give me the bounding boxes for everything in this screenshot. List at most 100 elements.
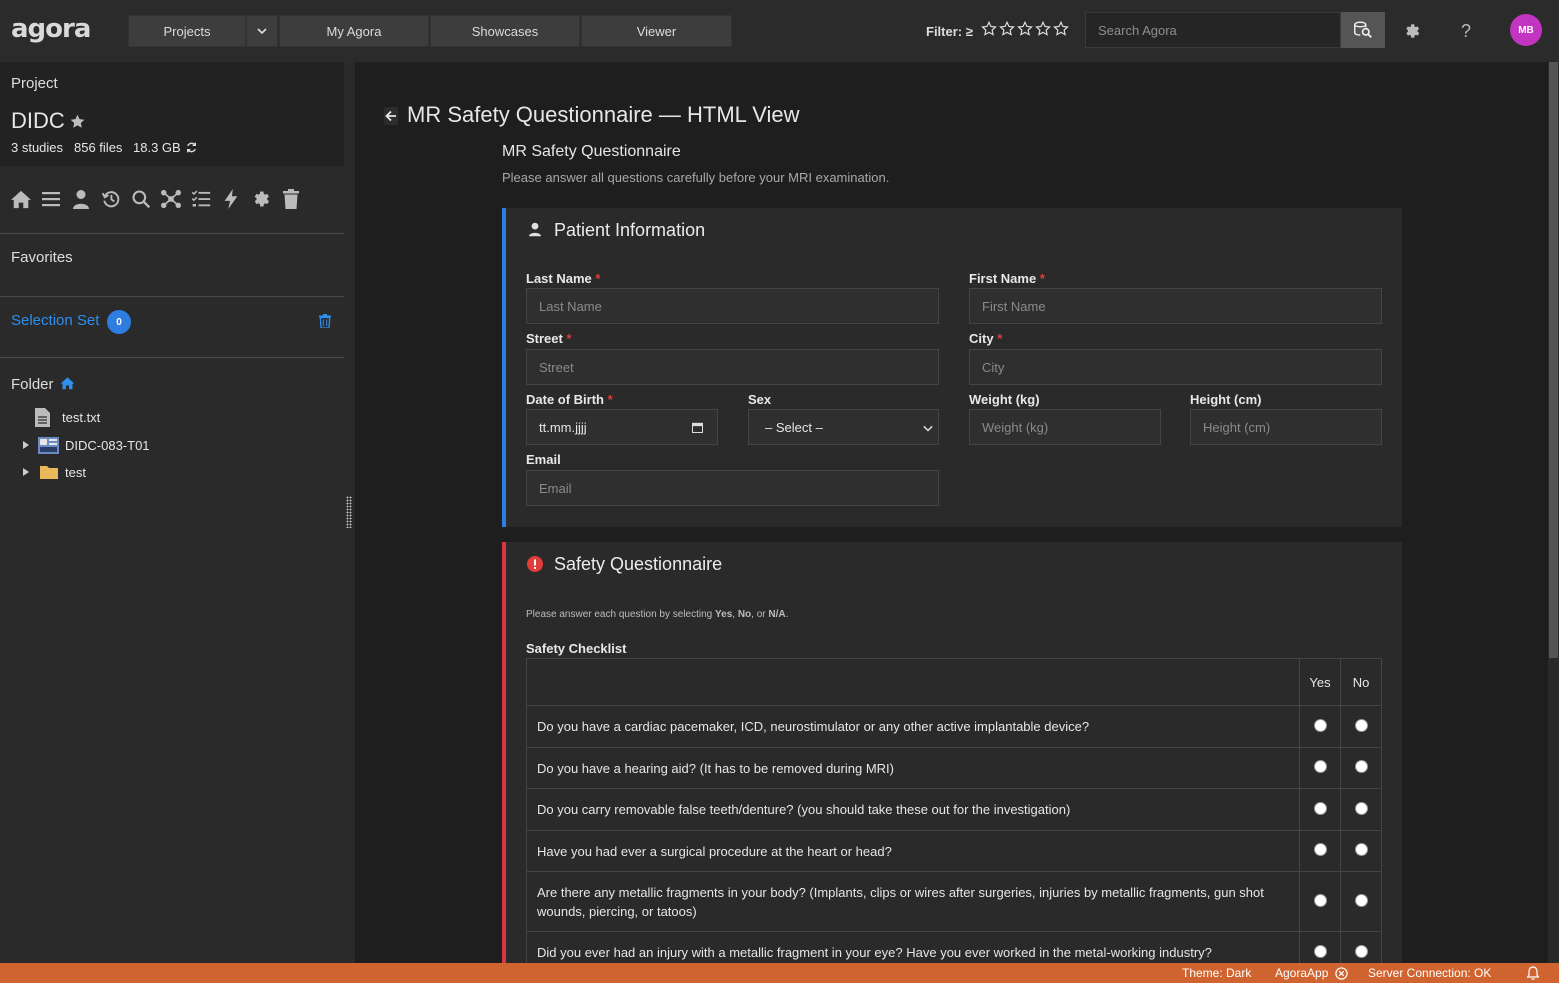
yes-cell bbox=[1299, 871, 1341, 932]
no-radio[interactable] bbox=[1354, 718, 1368, 732]
avatar[interactable]: MB bbox=[1510, 14, 1542, 46]
table-header-cell bbox=[526, 658, 1300, 706]
star-icon[interactable] bbox=[1052, 20, 1070, 38]
yes-radio[interactable] bbox=[1313, 893, 1327, 907]
no-radio[interactable] bbox=[1354, 801, 1368, 815]
no-cell bbox=[1340, 747, 1382, 789]
gear-icon bbox=[1406, 24, 1420, 38]
user-icon[interactable] bbox=[70, 188, 92, 210]
star-icon[interactable] bbox=[980, 20, 998, 38]
settings-gear-icon[interactable] bbox=[1401, 20, 1423, 42]
sidebar: Project DIDC 3 studies 856 files 18.3 GB… bbox=[0, 62, 355, 963]
chevron-down-icon bbox=[257, 28, 267, 35]
instruction-text: . bbox=[785, 609, 789, 620]
instruction-text: , or bbox=[751, 609, 769, 620]
chevron-down-icon bbox=[923, 425, 933, 432]
trash-icon[interactable] bbox=[280, 188, 302, 210]
theme-status[interactable]: Theme: Dark bbox=[1182, 966, 1251, 980]
tree-item-label: DIDC-083-T01 bbox=[65, 437, 150, 453]
back-arrow-icon[interactable] bbox=[384, 107, 398, 125]
table-row: Do you have a cardiac pacemaker, ICD, ne… bbox=[526, 705, 1382, 748]
yes-radio[interactable] bbox=[1313, 718, 1327, 732]
search-database-icon bbox=[1354, 21, 1372, 38]
top-bar: agora Projects My Agora Showcases Viewer… bbox=[0, 0, 1559, 62]
alert-icon bbox=[527, 556, 543, 572]
no-radio[interactable] bbox=[1354, 760, 1368, 773]
no-radio[interactable] bbox=[1354, 843, 1368, 856]
calendar-icon[interactable] bbox=[692, 422, 703, 433]
my-agora-button[interactable]: My Agora bbox=[279, 15, 429, 47]
sitemap-icon[interactable] bbox=[160, 188, 182, 210]
home-icon[interactable] bbox=[10, 188, 32, 210]
list-icon[interactable] bbox=[40, 188, 62, 210]
expand-caret-icon[interactable] bbox=[22, 441, 30, 449]
question-text: Have you had ever a surgical procedure a… bbox=[526, 830, 1300, 872]
search-input[interactable]: Search Agora bbox=[1085, 12, 1341, 48]
street-input[interactable]: Street bbox=[526, 349, 939, 385]
dob-input[interactable]: tt.mm.jjjj bbox=[526, 409, 718, 445]
no-cell bbox=[1340, 871, 1382, 932]
tree-item-file[interactable]: test.txt bbox=[35, 407, 100, 427]
bolt-icon[interactable] bbox=[220, 188, 242, 210]
no-radio[interactable] bbox=[1354, 893, 1368, 907]
bell-icon[interactable] bbox=[1527, 966, 1539, 980]
selection-set-label[interactable]: Selection Set bbox=[11, 312, 99, 329]
dob-label: Date of Birth * bbox=[526, 392, 613, 407]
close-circle-icon[interactable] bbox=[1335, 967, 1348, 980]
projects-dropdown-button[interactable] bbox=[246, 15, 278, 47]
refresh-icon[interactable] bbox=[185, 141, 198, 154]
yes-radio[interactable] bbox=[1313, 801, 1327, 815]
no-column-header: No bbox=[1340, 658, 1382, 706]
viewer-button[interactable]: Viewer bbox=[581, 15, 732, 47]
city-label-text: City bbox=[969, 331, 994, 346]
projects-button[interactable]: Projects bbox=[128, 15, 246, 47]
question-text: Do you carry removable false teeth/dentu… bbox=[526, 788, 1300, 831]
star-icon[interactable] bbox=[998, 20, 1016, 38]
form-subtitle: Please answer all questions carefully be… bbox=[502, 170, 890, 185]
city-input[interactable]: City bbox=[969, 349, 1382, 385]
filter-label: Filter: ≥ bbox=[926, 24, 973, 39]
scrollbar-thumb[interactable] bbox=[1549, 62, 1558, 658]
star-icon[interactable] bbox=[1016, 20, 1034, 38]
safety-checklist-label: Safety Checklist bbox=[526, 641, 627, 656]
tree-item-study[interactable]: DIDC-083-T01 bbox=[22, 435, 150, 455]
yes-radio[interactable] bbox=[1313, 843, 1327, 856]
safety-instructions: Please answer each question by selecting… bbox=[526, 609, 788, 620]
yes-radio[interactable] bbox=[1313, 944, 1327, 958]
clear-selection-trash-icon[interactable] bbox=[319, 314, 331, 328]
weight-input[interactable]: Weight (kg) bbox=[969, 409, 1161, 445]
last-name-input[interactable]: Last Name bbox=[526, 288, 939, 324]
agora-logo[interactable]: agora bbox=[11, 14, 91, 44]
folder-home-icon[interactable] bbox=[60, 376, 75, 390]
first-name-input[interactable]: First Name bbox=[969, 288, 1382, 324]
safety-checklist-table: Yes No Do you have a cardiac pacemaker, … bbox=[526, 658, 1382, 974]
checklist-icon[interactable] bbox=[190, 188, 212, 210]
no-cell bbox=[1340, 830, 1382, 872]
app-status[interactable]: AgoraApp bbox=[1275, 966, 1328, 980]
help-button[interactable]: ? bbox=[1455, 20, 1477, 42]
star-icon[interactable] bbox=[1034, 20, 1052, 38]
no-radio[interactable] bbox=[1354, 944, 1368, 958]
search-button[interactable] bbox=[1341, 12, 1385, 48]
history-icon[interactable] bbox=[100, 188, 122, 210]
search-icon[interactable] bbox=[130, 188, 152, 210]
yes-radio[interactable] bbox=[1313, 760, 1327, 773]
divider bbox=[0, 233, 344, 234]
page-title: MR Safety Questionnaire — HTML View bbox=[407, 102, 800, 127]
tree-item-label: test bbox=[65, 464, 86, 480]
expand-caret-icon[interactable] bbox=[22, 468, 30, 476]
favorite-star-icon[interactable] bbox=[69, 113, 86, 130]
table-row: Have you had ever a surgical procedure a… bbox=[526, 830, 1382, 872]
resize-handle[interactable] bbox=[346, 496, 352, 528]
tree-item-folder[interactable]: test bbox=[22, 462, 86, 482]
sex-select[interactable]: – Select – bbox=[748, 409, 939, 445]
gear-icon[interactable] bbox=[250, 188, 272, 210]
height-input[interactable]: Height (cm) bbox=[1190, 409, 1382, 445]
email-input[interactable]: Email bbox=[526, 470, 939, 506]
file-text-icon bbox=[35, 407, 50, 427]
folder-icon bbox=[40, 466, 58, 479]
no-cell bbox=[1340, 788, 1382, 831]
required-asterisk: * bbox=[1039, 271, 1045, 286]
showcases-button[interactable]: Showcases bbox=[430, 15, 580, 47]
instruction-text: Please answer each question by selecting bbox=[526, 609, 716, 620]
